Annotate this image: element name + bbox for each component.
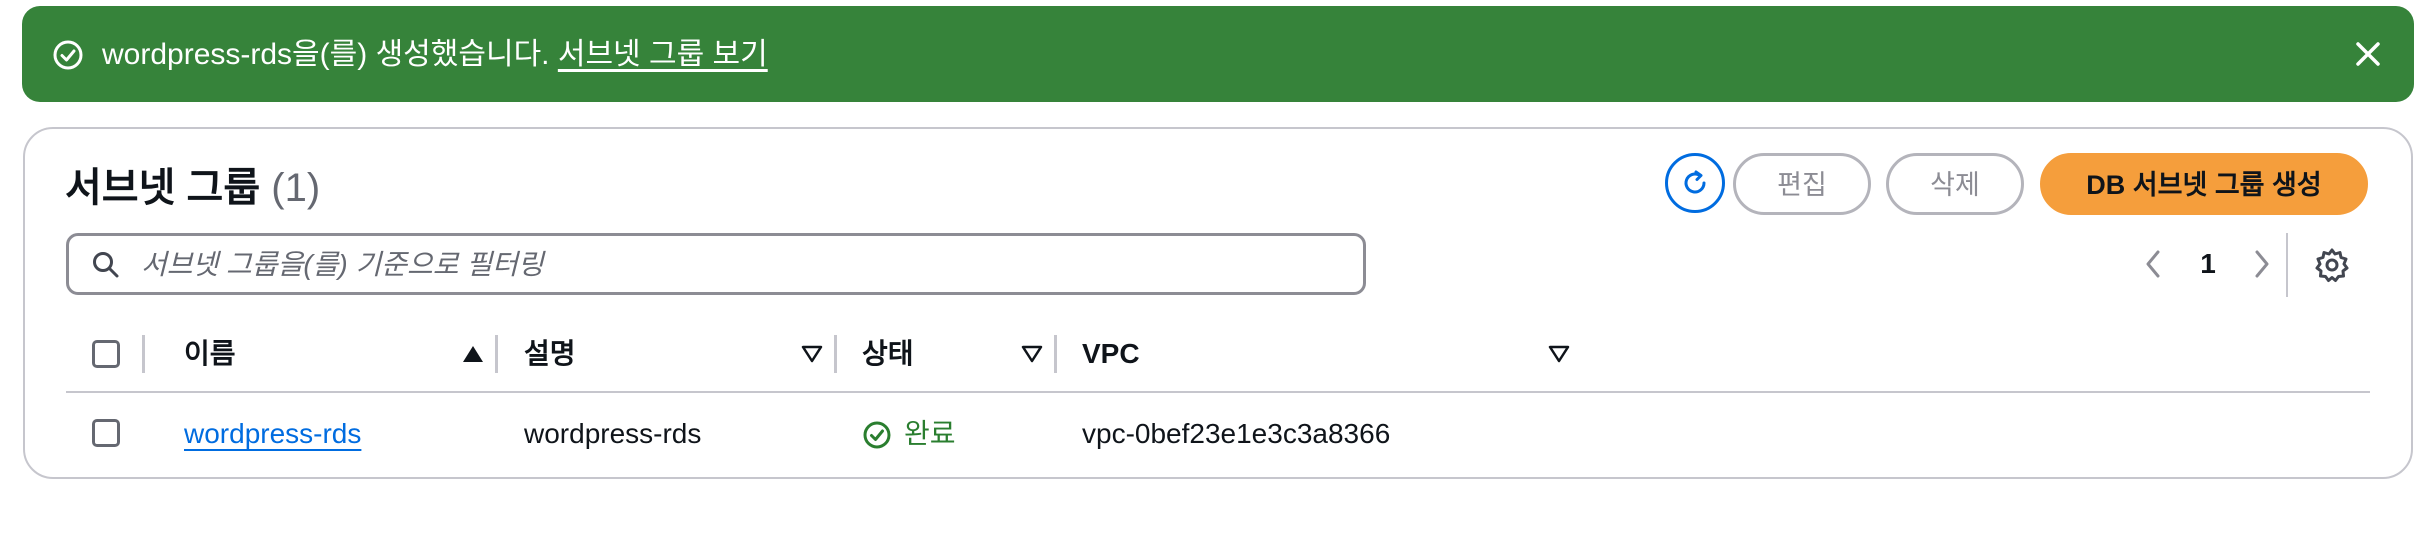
status-text: 완료 [904,418,956,449]
column-header-name[interactable]: 이름 [184,337,236,371]
column-divider [834,335,837,373]
subnet-group-name-link[interactable]: wordpress-rds [184,417,361,451]
next-page-icon[interactable] [2247,244,2277,284]
create-db-subnet-group-button[interactable]: DB 서브넷 그룹 생성 [2040,153,2368,215]
previous-page-icon[interactable] [2138,244,2168,284]
panel-count: (1) [271,166,321,210]
sort-ascending-icon[interactable] [462,344,484,364]
view-subnet-group-link[interactable]: 서브넷 그룹 보기 [558,38,768,71]
refresh-button[interactable] [1665,153,1725,213]
sort-icon[interactable] [1021,344,1043,364]
subnet-groups-panel: 서브넷 그룹 (1) 편집 삭제 DB 서브넷 그룹 생성 1 이름 [23,127,2413,479]
refresh-icon [1684,170,1706,194]
column-header-vpc[interactable]: VPC [1082,337,1140,371]
status-success-icon [863,421,891,449]
close-icon[interactable] [2350,36,2386,72]
table-header: 이름 설명 상태 VPC [66,317,2370,393]
select-all-checkbox[interactable] [92,340,120,368]
vpc-id: vpc-0bef23e1e3c3a8366 [1082,418,1391,449]
delete-button[interactable]: 삭제 [1886,153,2024,215]
flash-message-text: wordpress-rds을(를) 생성했습니다. [102,38,550,71]
table-row: wordpress-rds wordpress-rds 완료 vpc-0bef2… [66,393,2370,475]
sort-icon[interactable] [801,344,823,364]
search-icon [93,252,119,278]
column-header-status[interactable]: 상태 [862,337,914,371]
panel-title-text: 서브넷 그룹 [65,166,261,210]
edit-button[interactable]: 편집 [1733,153,1871,215]
column-header-description[interactable]: 설명 [524,337,576,371]
filter-field[interactable] [66,233,1366,295]
column-divider [495,335,498,373]
current-page-number[interactable]: 1 [2193,247,2223,281]
gear-icon[interactable] [2313,246,2351,284]
column-divider [142,335,145,373]
page-title: 서브넷 그룹 (1) [65,164,320,212]
subnet-groups-table: 이름 설명 상태 VPC wordpress-rds wordpress-rds… [66,317,2370,475]
sort-icon[interactable] [1548,344,1570,364]
check-circle-icon [53,40,83,70]
row-checkbox[interactable] [92,419,120,447]
column-divider [1054,335,1057,373]
pagination-divider [2286,233,2288,297]
subnet-group-description: wordpress-rds [524,418,702,449]
flash-message: wordpress-rds을(를) 생성했습니다. 서브넷 그룹 보기 [102,38,768,72]
filter-input[interactable] [139,242,1343,288]
success-flashbar: wordpress-rds을(를) 생성했습니다. 서브넷 그룹 보기 [22,6,2414,102]
